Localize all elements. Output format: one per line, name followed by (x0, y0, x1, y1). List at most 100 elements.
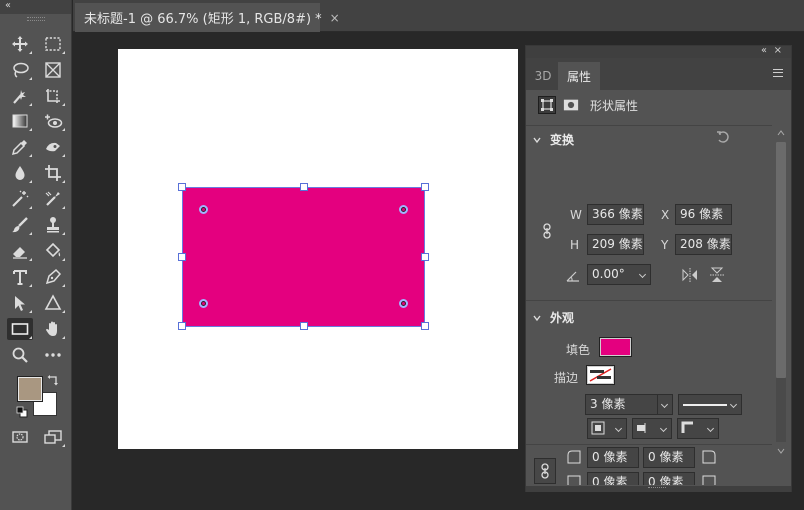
stroke-type-dropdown[interactable] (678, 394, 742, 415)
magnifier-icon (12, 347, 28, 363)
corner-radius-widget-bottom-left[interactable] (199, 299, 208, 308)
path-selection-tool[interactable] (7, 292, 33, 314)
canvas-workspace[interactable] (73, 33, 525, 510)
mask-icon[interactable] (562, 96, 580, 114)
stroke-corner-dropdown[interactable] (677, 418, 719, 439)
flip-vertical-icon[interactable] (710, 267, 724, 283)
default-colors-icon[interactable] (16, 406, 28, 418)
type-tool[interactable] (7, 266, 33, 288)
swap-colors-icon[interactable] (47, 374, 59, 386)
corner-radius-top-left-field[interactable]: 0 像素 (587, 447, 639, 468)
transform-handle-bottom-right[interactable] (421, 322, 429, 330)
corner-radius-bottom-left-field[interactable]: 0 像素 (587, 472, 639, 485)
appearance-section-header[interactable]: 外观 (532, 309, 574, 326)
quick-mask-button[interactable] (7, 426, 33, 448)
reset-icon[interactable] (716, 130, 730, 144)
divider (526, 125, 772, 126)
crop-tool-alt[interactable] (40, 85, 66, 107)
corner-radius-widget-top-right[interactable] (399, 205, 408, 214)
eraser-tool[interactable] (7, 240, 33, 262)
corner-radius-widget-bottom-right[interactable] (399, 299, 408, 308)
quick-select-tool[interactable] (7, 85, 33, 107)
stroke-cap-dropdown[interactable] (632, 418, 672, 439)
scroll-thumb[interactable] (776, 142, 786, 378)
transform-handle-bottom-left[interactable] (178, 322, 186, 330)
color-sampler-tool[interactable] (40, 188, 66, 210)
panel-resize-bar[interactable] (526, 486, 791, 492)
frame-tool[interactable] (40, 59, 66, 81)
corner-radius-top-right-field[interactable]: 0 像素 (643, 447, 695, 468)
fill-color-swatch[interactable] (599, 337, 632, 357)
panel-scrollbar[interactable] (772, 126, 790, 462)
foreground-color-swatch[interactable] (18, 377, 42, 401)
scroll-down-icon[interactable] (777, 448, 785, 454)
link-icon (541, 463, 549, 479)
corner-top-right-icon (702, 450, 716, 464)
close-document-button[interactable]: × (330, 11, 340, 25)
transform-section-header[interactable]: 变换 (532, 131, 574, 148)
stroke-align-dropdown[interactable] (587, 418, 627, 439)
paint-bucket-tool[interactable] (40, 240, 66, 262)
link-dimensions-button[interactable] (539, 222, 555, 240)
magic-wand-icon (12, 190, 29, 207)
lasso-tool[interactable] (7, 59, 33, 81)
height-field[interactable]: 209 像素 (587, 234, 644, 255)
crop-tool[interactable] (40, 162, 66, 184)
corner-top-left-icon (567, 450, 581, 464)
flip-horizontal-icon[interactable] (682, 268, 698, 282)
rectangle-shape[interactable] (182, 187, 425, 327)
zoom-tool[interactable] (7, 344, 33, 366)
solid-line-icon (683, 404, 727, 406)
document-canvas[interactable] (118, 49, 518, 449)
document-tab[interactable]: 未标题-1 @ 66.7% (矩形 1, RGB/8#) * × (75, 3, 340, 32)
more-tools-button[interactable] (40, 344, 66, 366)
y-field[interactable]: 208 像素 (675, 234, 732, 255)
pen-tool[interactable] (40, 266, 66, 288)
chevron-down-icon (533, 137, 541, 143)
close-panel-button[interactable]: × (774, 45, 782, 56)
gradient-tool[interactable] (7, 110, 33, 132)
toolbar-grip[interactable] (27, 17, 45, 21)
tab-3d[interactable]: 3D (529, 62, 557, 90)
transform-handle-bottom[interactable] (300, 322, 308, 330)
gradient-icon (12, 114, 28, 128)
stamp-tool[interactable] (40, 214, 66, 236)
triangle-shape-tool[interactable] (40, 292, 66, 314)
brush-tool[interactable] (7, 214, 33, 236)
eyedropper-tool[interactable] (7, 136, 33, 158)
corner-radius-bottom-right-field[interactable]: 0 像素 (643, 472, 695, 485)
brush-mask-tool[interactable] (40, 136, 66, 158)
corner-radius-widget-top-left[interactable] (199, 205, 208, 214)
link-icon (543, 223, 551, 239)
blur-tool[interactable] (7, 162, 33, 184)
stroke-width-field[interactable]: 3 像素 (585, 394, 673, 415)
tab-properties[interactable]: 属性 (558, 62, 600, 90)
transform-handle-top[interactable] (300, 183, 308, 191)
width-field[interactable]: 366 像素 (587, 204, 644, 225)
document-tab-title: 未标题-1 @ 66.7% (矩形 1, RGB/8#) * (84, 12, 322, 27)
collapse-toolbar-button[interactable]: ‹‹ (5, 0, 11, 12)
hand-tool[interactable] (40, 318, 66, 340)
transform-handle-right[interactable] (421, 253, 429, 261)
stroke-color-swatch[interactable] (586, 365, 615, 385)
scroll-up-icon[interactable] (777, 130, 785, 136)
transform-handle-top-left[interactable] (178, 183, 186, 191)
color-sampler-icon (45, 191, 60, 206)
rectangle-tool[interactable] (7, 318, 33, 340)
shape-transform-icon[interactable] (538, 96, 556, 114)
magic-wand-tool[interactable] (7, 188, 33, 210)
panel-tabs: 3D 属性 (526, 58, 791, 90)
x-field[interactable]: 96 像素 (675, 204, 732, 225)
screen-mode-button[interactable] (40, 426, 66, 448)
transform-handle-top-right[interactable] (421, 183, 429, 191)
corner-bottom-right-icon (702, 475, 716, 485)
collapse-panel-button[interactable]: ‹‹ (761, 45, 767, 56)
move-tool[interactable] (7, 33, 33, 55)
link-corner-radius-button[interactable] (534, 458, 556, 484)
marquee-tool[interactable] (40, 33, 66, 55)
transform-handle-left[interactable] (178, 253, 186, 261)
red-eye-tool[interactable] (40, 110, 66, 132)
panel-menu-icon[interactable] (773, 69, 783, 77)
angle-field[interactable]: 0.00° (587, 264, 651, 285)
triangle-icon (44, 294, 62, 310)
